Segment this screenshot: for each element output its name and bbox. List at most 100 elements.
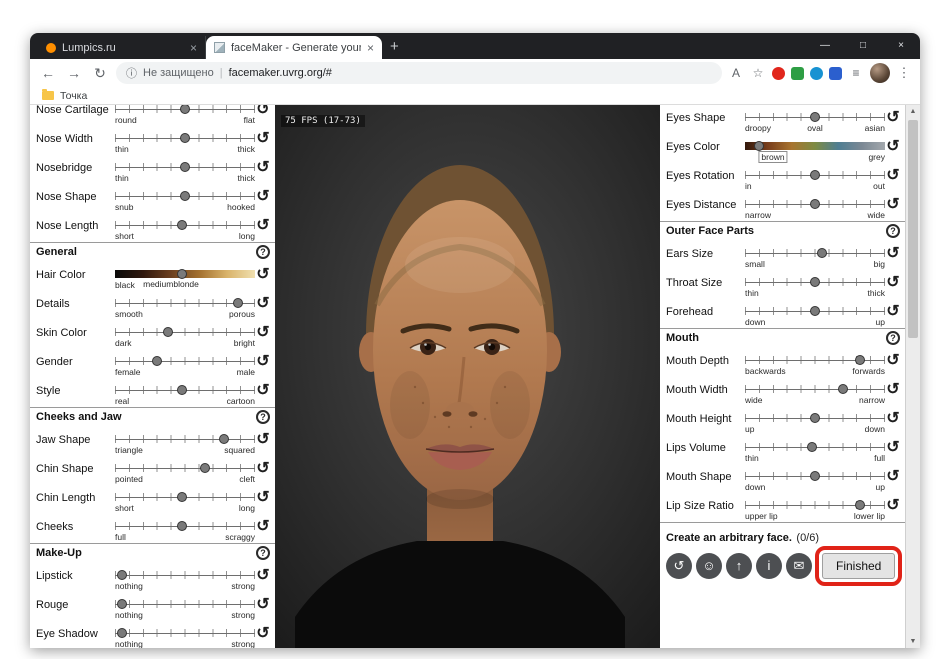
reload-icon[interactable]: ↻	[90, 65, 110, 82]
undo-button[interactable]: ↺	[666, 553, 692, 579]
slider-thumb[interactable]	[180, 162, 190, 172]
slider-thumb[interactable]	[117, 570, 127, 580]
slider-track[interactable]	[745, 249, 885, 257]
reset-icon[interactable]: ↺	[884, 109, 902, 127]
reset-icon[interactable]: ↺	[884, 497, 902, 515]
reset-icon[interactable]: ↺	[254, 266, 272, 284]
reset-icon[interactable]: ↺	[254, 295, 272, 313]
reset-icon[interactable]: ↺	[254, 130, 272, 148]
slider[interactable]: pointed cleft	[115, 461, 255, 484]
slider[interactable]: grey brown	[745, 139, 885, 163]
slider-thumb[interactable]	[810, 306, 820, 316]
slider[interactable]: black mediumblonde	[115, 267, 255, 290]
kebab-menu-icon[interactable]: ⋮	[896, 65, 912, 81]
slider-track[interactable]	[115, 464, 255, 472]
slider-thumb[interactable]	[810, 112, 820, 122]
slider[interactable]: dark bright	[115, 325, 255, 348]
slider-thumb[interactable]	[854, 355, 865, 365]
slider-thumb[interactable]	[117, 599, 127, 609]
reset-icon[interactable]: ↺	[254, 159, 272, 177]
slider-thumb[interactable]	[810, 199, 820, 209]
slider[interactable]: small big	[745, 246, 885, 269]
slider[interactable]: short long	[115, 218, 255, 241]
slider[interactable]: backwards forwards	[745, 353, 885, 376]
slider[interactable]: thin thick	[745, 275, 885, 298]
slider[interactable]: in out	[745, 168, 885, 191]
slider[interactable]: nothing strong	[115, 568, 255, 591]
new-tab-button[interactable]: +	[390, 38, 399, 55]
page-scrollbar[interactable]: ▲ ▼	[905, 105, 920, 648]
info-button[interactable]: i	[756, 553, 782, 579]
slider-thumb[interactable]	[810, 170, 820, 180]
reset-icon[interactable]: ↺	[884, 167, 902, 185]
slider[interactable]: female male	[115, 354, 255, 377]
slider-thumb[interactable]	[854, 500, 865, 510]
scroll-down-icon[interactable]: ▼	[906, 638, 920, 645]
reset-icon[interactable]: ↺	[254, 188, 272, 206]
slider-thumb[interactable]	[817, 248, 827, 258]
reset-icon[interactable]: ↺	[884, 245, 902, 263]
reset-icon[interactable]: ↺	[254, 567, 272, 585]
reset-icon[interactable]: ↺	[884, 303, 902, 321]
reset-icon[interactable]: ↺	[884, 196, 902, 214]
slider[interactable]: droopy oval asian	[745, 110, 885, 133]
bookmark-folder-label[interactable]: Точка	[60, 90, 87, 102]
upload-button[interactable]: ↑	[726, 553, 752, 579]
slider[interactable]: triangle squared	[115, 432, 255, 455]
finished-button[interactable]: Finished	[822, 553, 896, 579]
face-canvas[interactable]: 75 FPS (17-73)	[275, 105, 660, 648]
slider-track[interactable]	[115, 629, 255, 637]
slider[interactable]: nothing strong	[115, 626, 255, 648]
mail-button[interactable]: ✉	[786, 553, 812, 579]
reset-icon[interactable]: ↺	[254, 596, 272, 614]
reset-icon[interactable]: ↺	[884, 381, 902, 399]
slider-thumb[interactable]	[117, 628, 127, 638]
reset-icon[interactable]: ↺	[254, 217, 272, 235]
reset-icon[interactable]: ↺	[884, 468, 902, 486]
reset-icon[interactable]: ↺	[254, 382, 272, 400]
back-icon[interactable]: ←	[38, 65, 58, 81]
url-text[interactable]: facemaker.uvrg.org/#	[229, 67, 332, 79]
slider-thumb[interactable]	[180, 133, 190, 143]
minimize-button[interactable]: —	[806, 33, 844, 59]
reset-icon[interactable]: ↺	[254, 460, 272, 478]
slider[interactable]: narrow wide	[745, 197, 885, 220]
slider[interactable]: wide narrow	[745, 382, 885, 405]
slider-thumb[interactable]	[838, 384, 848, 394]
slider-track[interactable]	[745, 142, 885, 150]
help-icon[interactable]: ?	[886, 224, 900, 238]
slider[interactable]: short long	[115, 490, 255, 513]
slider[interactable]: full scraggy	[115, 519, 255, 542]
slider[interactable]: upper lip lower lip	[745, 498, 885, 521]
slider[interactable]: down up	[745, 304, 885, 327]
bookmark-star-icon[interactable]: ☆	[750, 66, 766, 80]
slider-thumb[interactable]	[199, 463, 210, 473]
slider[interactable]: up down	[745, 411, 885, 434]
slider-thumb[interactable]	[152, 356, 162, 366]
reset-icon[interactable]: ↺	[254, 105, 272, 119]
slider-track[interactable]	[115, 435, 255, 443]
help-icon[interactable]: ?	[886, 331, 900, 345]
reset-icon[interactable]: ↺	[254, 324, 272, 342]
extension-icon-2[interactable]	[791, 66, 804, 80]
random-face-button[interactable]: ☺	[696, 553, 722, 579]
profile-avatar[interactable]	[870, 63, 890, 83]
reset-icon[interactable]: ↺	[884, 138, 902, 156]
tab-lumpics[interactable]: Lumpics.ru ×	[38, 36, 206, 59]
slider[interactable]: real cartoon	[115, 383, 255, 406]
reset-icon[interactable]: ↺	[254, 489, 272, 507]
maximize-button[interactable]: □	[844, 33, 882, 59]
slider-thumb[interactable]	[180, 191, 190, 201]
slider[interactable]: snub hooked	[115, 189, 255, 212]
slider[interactable]: thin full	[745, 440, 885, 463]
slider-track[interactable]	[115, 357, 255, 365]
slider[interactable]: nothing strong	[115, 597, 255, 620]
extension-icon-1[interactable]	[772, 66, 785, 80]
reset-icon[interactable]: ↺	[884, 274, 902, 292]
slider-track[interactable]	[745, 385, 885, 393]
page-info-icon[interactable]: ⓘ	[126, 65, 137, 81]
tab-close-icon[interactable]: ×	[367, 41, 374, 55]
forward-icon[interactable]: →	[64, 65, 84, 81]
tab-close-icon[interactable]: ×	[190, 41, 197, 55]
scrollbar-thumb[interactable]	[908, 120, 918, 338]
